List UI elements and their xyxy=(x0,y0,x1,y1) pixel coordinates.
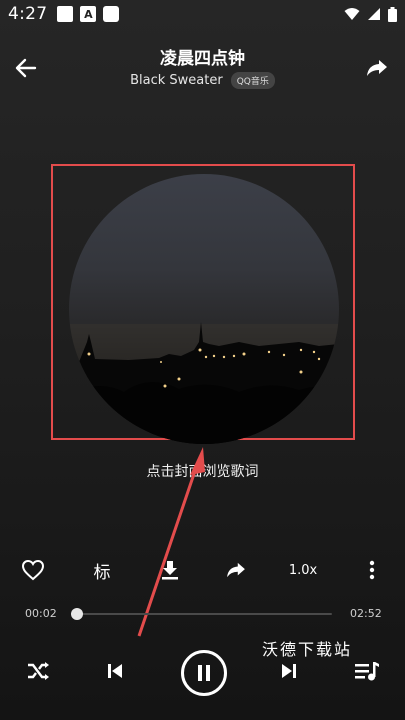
speed-label: 1.0x xyxy=(288,562,318,578)
artist-name[interactable]: Black Sweater xyxy=(130,73,223,88)
cover-highlight-box xyxy=(51,164,355,444)
playlist-button[interactable] xyxy=(352,658,382,684)
tag-label: 标 xyxy=(93,562,111,583)
progress-row: 00:02 02:52 xyxy=(0,603,405,625)
more-options-button[interactable] xyxy=(354,552,390,588)
progress-track[interactable] xyxy=(71,608,332,620)
skip-previous-icon xyxy=(108,664,122,678)
progress-thumb[interactable] xyxy=(71,608,84,620)
signal-icon xyxy=(368,8,380,20)
artist-row: Black Sweater QQ音乐 xyxy=(0,72,405,89)
skip-next-icon xyxy=(282,664,296,678)
pause-button[interactable] xyxy=(181,650,227,696)
battery-icon xyxy=(388,6,397,22)
notification-a-icon: A xyxy=(80,6,97,22)
share-arrow-icon xyxy=(227,562,245,578)
notification-square-icon xyxy=(103,6,120,22)
more-vertical-icon xyxy=(369,560,375,580)
shuffle-icon xyxy=(28,662,49,680)
status-bar: 4:27 A xyxy=(0,0,405,28)
share-action-button[interactable] xyxy=(218,552,254,588)
pause-icon xyxy=(198,665,210,681)
next-button[interactable] xyxy=(276,658,302,684)
action-row: 标 1.0x xyxy=(0,552,405,588)
song-title: 凌晨四点钟 xyxy=(160,49,245,69)
speed-button[interactable]: 1.0x xyxy=(285,552,321,588)
download-button[interactable] xyxy=(152,552,188,588)
heart-icon xyxy=(21,559,45,581)
wifi-icon xyxy=(344,8,360,20)
album-cover-art xyxy=(69,322,339,444)
share-button[interactable] xyxy=(363,56,391,80)
notification-square-icon xyxy=(57,6,74,22)
current-time: 00:02 xyxy=(25,607,57,620)
playlist-icon xyxy=(355,662,379,681)
shuffle-button[interactable] xyxy=(24,658,52,684)
status-time: 4:27 xyxy=(8,4,48,24)
lyrics-hint[interactable]: 点击封面浏览歌词 xyxy=(0,461,405,481)
tag-button[interactable]: 标 xyxy=(84,552,120,588)
favorite-button[interactable] xyxy=(15,552,51,588)
share-arrow-icon xyxy=(367,60,387,76)
album-cover[interactable] xyxy=(69,174,339,444)
playback-controls xyxy=(0,648,405,696)
source-badge: QQ音乐 xyxy=(230,72,275,89)
total-time: 02:52 xyxy=(350,607,382,620)
player-header: 凌晨四点钟 Black Sweater QQ音乐 xyxy=(0,36,405,96)
previous-button[interactable] xyxy=(102,658,128,684)
download-icon xyxy=(162,561,178,580)
